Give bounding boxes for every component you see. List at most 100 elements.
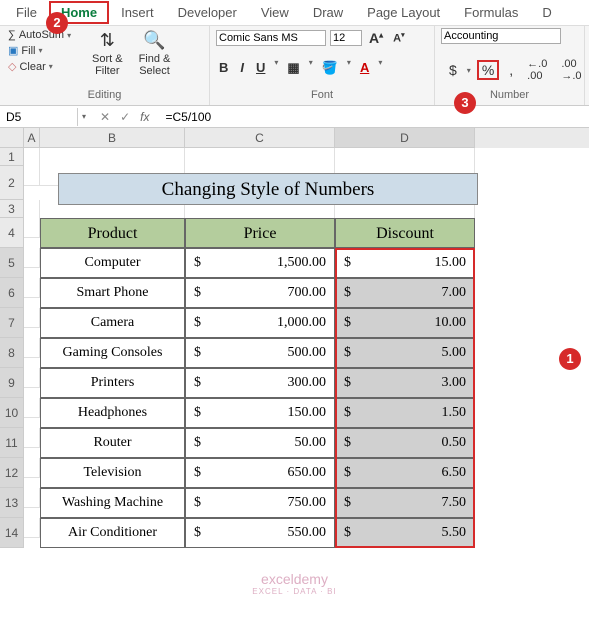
col-header-c[interactable]: C xyxy=(185,128,335,148)
tab-developer[interactable]: Developer xyxy=(166,1,249,24)
fill-color-button[interactable]: 🪣 xyxy=(319,58,341,78)
price-cell[interactable]: $650.00 xyxy=(185,458,335,488)
col-header-b[interactable]: B xyxy=(40,128,185,148)
tab-draw[interactable]: Draw xyxy=(301,1,355,24)
font-group-label: Font xyxy=(216,87,428,103)
dropdown-icon: ▾ xyxy=(309,58,313,78)
tab-pagelayout[interactable]: Page Layout xyxy=(355,1,452,24)
tab-file[interactable]: File xyxy=(4,1,49,24)
number-format-select[interactable] xyxy=(441,28,561,44)
sort-icon: ⇅ xyxy=(100,30,115,51)
discount-cell[interactable]: $10.00 xyxy=(335,308,475,338)
header-discount[interactable]: Discount xyxy=(335,218,475,248)
formula-input[interactable] xyxy=(159,108,589,126)
row-header[interactable]: 1 xyxy=(0,148,24,166)
dropdown-icon: ▾ xyxy=(378,58,382,78)
fill-icon: ▣ xyxy=(8,44,18,57)
decrease-font-button[interactable]: A▾ xyxy=(390,29,407,47)
product-cell[interactable]: Camera xyxy=(40,308,185,338)
callout-1: 1 xyxy=(559,348,581,370)
row-header[interactable]: 11 xyxy=(0,428,24,458)
price-cell[interactable]: $1,000.00 xyxy=(185,308,335,338)
tab-data[interactable]: D xyxy=(530,1,563,24)
discount-cell[interactable]: $0.50 xyxy=(335,428,475,458)
italic-button[interactable]: I xyxy=(237,58,247,78)
select-all-corner[interactable] xyxy=(0,128,24,148)
product-cell[interactable]: Computer xyxy=(40,248,185,278)
price-cell[interactable]: $300.00 xyxy=(185,368,335,398)
discount-cell[interactable]: $5.50 xyxy=(335,518,475,548)
row-header[interactable]: 9 xyxy=(0,368,24,398)
product-cell[interactable]: Router xyxy=(40,428,185,458)
row-header[interactable]: 5 xyxy=(0,248,24,278)
product-cell[interactable]: Printers xyxy=(40,368,185,398)
font-name-select[interactable] xyxy=(216,30,326,46)
clear-button[interactable]: ◇ Clear ▾ xyxy=(6,59,82,74)
discount-cell[interactable]: $7.50 xyxy=(335,488,475,518)
fx-icon[interactable]: fx xyxy=(140,110,149,124)
bold-button[interactable]: B xyxy=(216,58,231,78)
tab-insert[interactable]: Insert xyxy=(109,1,166,24)
header-product[interactable]: Product xyxy=(40,218,185,248)
fill-button[interactable]: ▣ Fill ▾ xyxy=(6,43,82,58)
product-cell[interactable]: Television xyxy=(40,458,185,488)
row-header[interactable]: 13 xyxy=(0,488,24,518)
tab-view[interactable]: View xyxy=(249,1,301,24)
price-cell[interactable]: $550.00 xyxy=(185,518,335,548)
price-cell[interactable]: $750.00 xyxy=(185,488,335,518)
product-cell[interactable]: Smart Phone xyxy=(40,278,185,308)
discount-cell[interactable]: $6.50 xyxy=(335,458,475,488)
row-header[interactable]: 4 xyxy=(0,218,24,248)
tab-formulas[interactable]: Formulas xyxy=(452,1,530,24)
currency-button[interactable]: $ xyxy=(445,60,461,80)
header-price[interactable]: Price xyxy=(185,218,335,248)
autosum-button[interactable]: ∑ AutoSum ▾ xyxy=(6,28,82,42)
find-select-button[interactable]: 🔍 Find & Select xyxy=(133,28,177,79)
discount-cell[interactable]: $15.00 xyxy=(335,248,475,278)
title-cell[interactable]: Changing Style of Numbers xyxy=(58,173,478,205)
confirm-icon[interactable]: ✓ xyxy=(120,110,130,124)
dropdown-icon: ▾ xyxy=(38,46,42,55)
row-header[interactable]: 12 xyxy=(0,458,24,488)
discount-cell[interactable]: $7.00 xyxy=(335,278,475,308)
product-cell[interactable]: Headphones xyxy=(40,398,185,428)
row-header[interactable]: 8 xyxy=(0,338,24,368)
dropdown-icon: ▾ xyxy=(347,58,351,78)
discount-cell[interactable]: $1.50 xyxy=(335,398,475,428)
price-cell[interactable]: $50.00 xyxy=(185,428,335,458)
border-button[interactable]: ▦ xyxy=(284,58,302,78)
row-header[interactable]: 7 xyxy=(0,308,24,338)
name-box[interactable] xyxy=(0,108,78,126)
callout-3: 3 xyxy=(454,92,476,114)
watermark: exceldemy EXCEL · DATA · BI xyxy=(252,571,336,596)
dropdown-icon: ▾ xyxy=(67,31,71,40)
dropdown-icon: ▾ xyxy=(467,66,471,75)
comma-button[interactable]: , xyxy=(505,60,517,80)
font-size-select[interactable] xyxy=(330,30,362,46)
row-header[interactable]: 10 xyxy=(0,398,24,428)
row-header[interactable]: 14 xyxy=(0,518,24,548)
price-cell[interactable]: $1,500.00 xyxy=(185,248,335,278)
row-header[interactable]: 2 xyxy=(0,166,24,200)
percent-button[interactable]: % xyxy=(477,60,499,80)
row-header[interactable]: 6 xyxy=(0,278,24,308)
product-cell[interactable]: Gaming Consoles xyxy=(40,338,185,368)
price-cell[interactable]: $500.00 xyxy=(185,338,335,368)
price-cell[interactable]: $150.00 xyxy=(185,398,335,428)
increase-decimal-button[interactable]: ←.0.00 xyxy=(523,56,551,84)
row-header[interactable]: 3 xyxy=(0,200,24,218)
col-header-d[interactable]: D xyxy=(335,128,475,148)
font-color-button[interactable]: A xyxy=(357,58,372,78)
decrease-decimal-button[interactable]: .00→.0 xyxy=(557,56,585,84)
price-cell[interactable]: $700.00 xyxy=(185,278,335,308)
cancel-icon[interactable]: ✕ xyxy=(100,110,110,124)
discount-cell[interactable]: $5.00 xyxy=(335,338,475,368)
discount-cell[interactable]: $3.00 xyxy=(335,368,475,398)
product-cell[interactable]: Washing Machine xyxy=(40,488,185,518)
underline-button[interactable]: U xyxy=(253,58,268,78)
increase-font-button[interactable]: A▴ xyxy=(366,28,386,48)
sort-filter-button[interactable]: ⇅ Sort & Filter xyxy=(86,28,129,79)
name-dropdown-icon[interactable]: ▾ xyxy=(78,112,90,121)
product-cell[interactable]: Air Conditioner xyxy=(40,518,185,548)
col-header-a[interactable]: A xyxy=(24,128,40,148)
